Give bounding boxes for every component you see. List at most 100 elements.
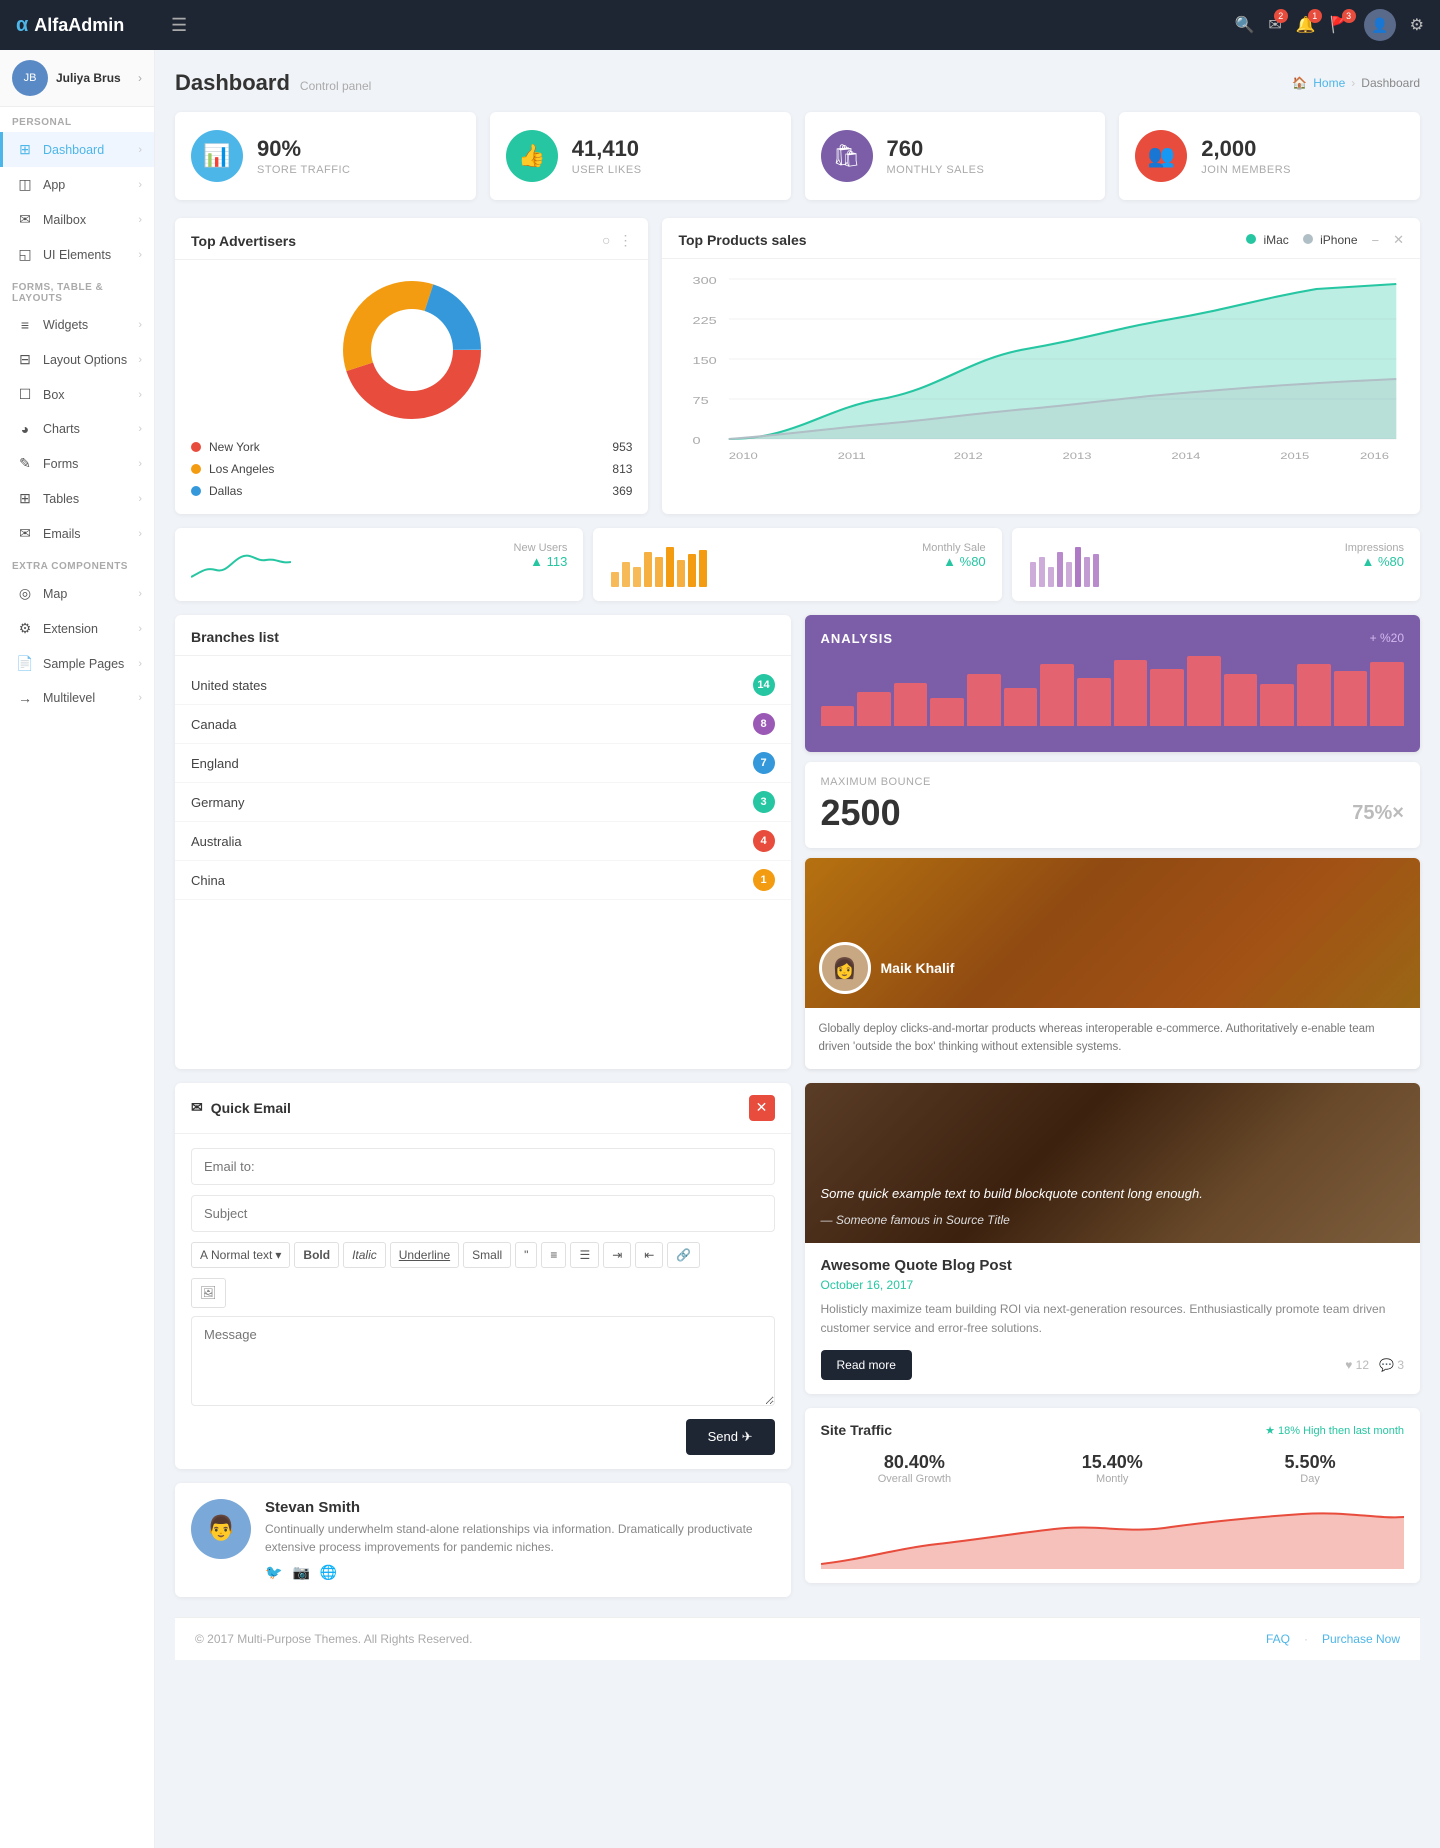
blog-actions: Read more ♥ 12 💬 3 (821, 1350, 1405, 1380)
list-button[interactable]: ≡ (541, 1242, 566, 1268)
sidebar-item-ui-elements[interactable]: ◱ UI Elements › (0, 237, 154, 272)
sidebar-label-emails: Emails (43, 527, 138, 541)
ui-icon: ◱ (15, 246, 35, 263)
sidebar-user[interactable]: JB Juliya Brus › (0, 50, 154, 107)
day-label: Day (1216, 1473, 1404, 1485)
sidebar-label-multilevel: Multilevel (43, 691, 138, 705)
sidebar: JB Juliya Brus › PERSONAL ⊞ Dashboard › … (0, 50, 155, 1848)
footer-faq-link[interactable]: FAQ (1266, 1632, 1290, 1646)
quick-email-title: ✉ Quick Email (191, 1099, 291, 1116)
extension-icon: ⚙ (15, 620, 35, 637)
font-dropdown-button[interactable]: A Normal text ▾ (191, 1242, 290, 1268)
indent-button[interactable]: ⇥ (603, 1242, 631, 1268)
image-button[interactable]: 🖼 (191, 1278, 226, 1308)
widgets-icon: ≡ (15, 317, 35, 333)
analysis-bar (1334, 671, 1368, 726)
analysis-bar (1077, 678, 1111, 726)
quick-email-close-button[interactable]: ✕ (749, 1095, 775, 1121)
sidebar-label-map: Map (43, 587, 138, 601)
send-button[interactable]: Send ✈ (686, 1419, 775, 1455)
facebook-icon[interactable]: 🌐 (320, 1564, 337, 1581)
logo-alpha: α (16, 14, 28, 37)
analysis-bar (857, 692, 891, 726)
branch-badge-australia: 4 (753, 830, 775, 852)
arrow-icon: › (138, 319, 142, 331)
quote-button[interactable]: " (515, 1242, 537, 1268)
svg-text:2014: 2014 (1172, 452, 1201, 462)
impressions-chart (1028, 542, 1128, 587)
traffic-title: Site Traffic (821, 1422, 893, 1438)
join-members-label: JOIN MEMBERS (1201, 164, 1291, 176)
sidebar-item-app[interactable]: ◫ App › (0, 167, 154, 202)
instagram-icon[interactable]: 📷 (292, 1564, 309, 1581)
svg-text:2013: 2013 (1063, 452, 1092, 462)
new-users-change: ▲ 113 (514, 554, 568, 569)
sidebar-item-box[interactable]: ☐ Box › (0, 377, 154, 412)
circle-icon[interactable]: ○ (602, 232, 610, 249)
breadcrumb-home[interactable]: Home (1313, 76, 1345, 90)
stat-card-monthly-sales: 🛍 760 MONTHLY SALES (805, 112, 1106, 200)
sidebar-item-forms[interactable]: ✎ Forms › (0, 446, 154, 481)
bell-icon-wrap[interactable]: 🔔 1 (1296, 15, 1316, 35)
sidebar-item-multilevel[interactable]: → Multilevel › (0, 681, 154, 715)
sidebar-item-extension[interactable]: ⚙ Extension › (0, 611, 154, 646)
sidebar-item-tables[interactable]: ⊞ Tables › (0, 481, 154, 516)
testimonial-person: 👩 Maik Khalif (819, 942, 1407, 994)
analysis-header: ANALYSIS + %20 (821, 631, 1405, 646)
close-icon[interactable]: ✕ (1393, 232, 1404, 248)
outdent-button[interactable]: ⇤ (635, 1242, 663, 1268)
bold-button[interactable]: Bold (294, 1242, 339, 1268)
top-products-header: Top Products sales iMac iPhone (662, 218, 1420, 259)
email-subject-input[interactable] (191, 1195, 775, 1232)
sidebar-item-layout[interactable]: ⊟ Layout Options › (0, 342, 154, 377)
minimize-icon[interactable]: − (1372, 233, 1380, 248)
twitter-icon[interactable]: 🐦 (265, 1564, 282, 1581)
monthly-sales-icon: 🛍 (821, 130, 873, 182)
traffic-area-chart (821, 1499, 1405, 1569)
analysis-bar (1260, 684, 1294, 726)
sidebar-item-dashboard[interactable]: ⊞ Dashboard › (0, 132, 154, 167)
sidebar-item-charts[interactable]: ◕ Charts › (0, 412, 154, 446)
arrow-icon: › (138, 144, 142, 156)
traffic-stat-monthly: 15.40% Montly (1018, 1452, 1206, 1485)
dashboard-icon: ⊞ (15, 141, 35, 158)
italic-button[interactable]: Italic (343, 1242, 386, 1268)
footer-purchase-link[interactable]: Purchase Now (1322, 1632, 1400, 1646)
sidebar-item-widgets[interactable]: ≡ Widgets › (0, 308, 154, 342)
read-more-button[interactable]: Read more (821, 1350, 912, 1380)
charts-icon: ◕ (15, 421, 35, 437)
settings-icon[interactable]: ⚙ (1410, 15, 1424, 35)
flag-icon-wrap[interactable]: 🚩 3 (1330, 15, 1350, 35)
user-likes-label: USER LIKES (572, 164, 642, 176)
top-products-actions: iMac iPhone − ✕ (1246, 232, 1404, 248)
logo[interactable]: α AlfaAdmin (16, 14, 171, 37)
search-icon[interactable]: 🔍 (1234, 15, 1254, 35)
underline-button[interactable]: Underline (390, 1242, 459, 1268)
sidebar-item-emails[interactable]: ✉ Emails › (0, 516, 154, 551)
sidebar-label-app: App (43, 178, 138, 192)
ordered-list-button[interactable]: ☰ (570, 1242, 599, 1268)
arrow-icon: › (138, 354, 142, 366)
profile-socials: 🐦 📷 🌐 (265, 1564, 775, 1581)
monthly-sales-value: 760 (887, 136, 985, 162)
message-textarea[interactable] (191, 1316, 775, 1406)
branches-header: Branches list (175, 615, 791, 656)
sidebar-item-map[interactable]: ◎ Map › (0, 576, 154, 611)
stat-card-join-members: 👥 2,000 JOIN MEMBERS (1119, 112, 1420, 200)
small-button[interactable]: Small (463, 1242, 511, 1268)
hamburger-icon[interactable]: ☰ (171, 15, 187, 36)
newyork-dot (191, 442, 201, 452)
analysis-card: ANALYSIS + %20 (805, 615, 1421, 752)
donut-chart-wrap (175, 260, 648, 436)
mail-icon-wrap[interactable]: ✉ 2 (1268, 15, 1281, 35)
card-actions: ○ ⋮ (602, 232, 632, 249)
sidebar-item-mailbox[interactable]: ✉ Mailbox › (0, 202, 154, 237)
link-button[interactable]: 🔗 (667, 1242, 700, 1268)
avatar[interactable]: 👤 (1364, 9, 1396, 41)
stat-cards: 📊 90% STORE TRAFFIC 👍 41,410 USER LIKES … (175, 112, 1420, 200)
email-to-input[interactable] (191, 1148, 775, 1185)
mini-stat-impressions: Impressions ▲ %80 (1012, 528, 1420, 601)
sidebar-label-extension: Extension (43, 622, 138, 636)
sidebar-item-sample-pages[interactable]: 📄 Sample Pages › (0, 646, 154, 681)
dots-icon[interactable]: ⋮ (618, 232, 632, 249)
